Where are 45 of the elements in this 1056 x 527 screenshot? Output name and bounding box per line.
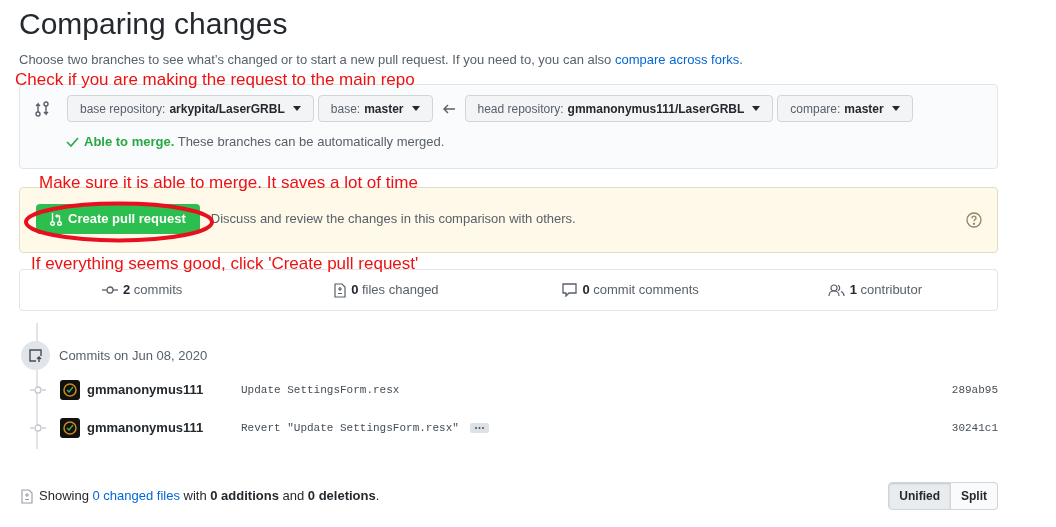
avatar-icon <box>60 380 80 400</box>
stat-link[interactable]: 1 contributor <box>849 280 922 300</box>
page-description: Choose two branches to see what’s changed or to start a new pull request. If you need to, you can also compare across forks. <box>19 52 744 68</box>
file-diff-icon <box>334 282 347 298</box>
view-toggle-button[interactable]: Split <box>951 482 998 510</box>
stat-link[interactable]: 2 commits <box>123 280 183 300</box>
stat-link[interactable]: 0 files changed <box>351 280 439 300</box>
commit-icon <box>30 423 46 433</box>
commit-icon <box>102 285 118 295</box>
branch-selector[interactable]: base repository: arkypita/LaserGRBL <box>67 95 314 122</box>
comment-icon <box>562 283 578 297</box>
commit-icon <box>30 385 46 395</box>
commit-sha[interactable]: 289ab95 <box>951 381 998 399</box>
view-toggle-button[interactable]: Unified <box>888 482 951 510</box>
annotation-text: Check if you are making the request to the main repo <box>15 70 416 90</box>
check-icon <box>66 136 79 147</box>
branch-selector[interactable]: base: master <box>317 95 433 122</box>
annotation-text: If everything seems good, click 'Create pull request' <box>31 254 420 274</box>
caret-icon <box>891 106 900 111</box>
merge-status: Able to merge. These branches can be automatically merged. <box>84 133 445 151</box>
branch-selector[interactable]: head repository: gmmanonymus111/LaserGRBL <box>464 95 774 122</box>
changed-files-link[interactable]: 0 changed files <box>92 488 180 504</box>
diff-summary: Showing 0 changed files with 0 additions and 0 deletions. <box>39 487 380 506</box>
expand-button[interactable] <box>469 423 489 433</box>
left-arrow-icon <box>442 103 455 114</box>
people-icon <box>827 283 845 297</box>
pull-request-icon <box>50 212 62 226</box>
help-icon <box>966 212 982 228</box>
caret-icon <box>292 106 301 111</box>
avatar-icon <box>60 418 80 438</box>
commit-message[interactable]: Update SettingsForm.resx <box>241 381 400 399</box>
file-diff-icon <box>21 488 33 504</box>
commit-message[interactable]: Revert "Update SettingsForm.resx" <box>241 419 459 437</box>
commit-date: Commits on Jun 08, 2020 <box>59 346 208 365</box>
page-title: Comparing changes <box>19 6 289 42</box>
caret-icon <box>411 106 420 111</box>
commit-author[interactable]: gmmanonymus111 <box>87 418 241 438</box>
commit-author[interactable]: gmmanonymus111 <box>87 380 241 400</box>
compare-arrows-icon <box>35 100 49 117</box>
pull-request-description: Discuss and review the changes in this comparison with others. <box>210 210 576 229</box>
commit-sha[interactable]: 30241c1 <box>951 419 998 437</box>
stat-link[interactable]: 0 commit comments <box>582 280 699 300</box>
branch-selector[interactable]: compare: master <box>777 95 913 122</box>
annotation-text: Make sure it is able to merge. It saves a lot of time <box>39 173 419 193</box>
caret-icon <box>752 106 761 111</box>
